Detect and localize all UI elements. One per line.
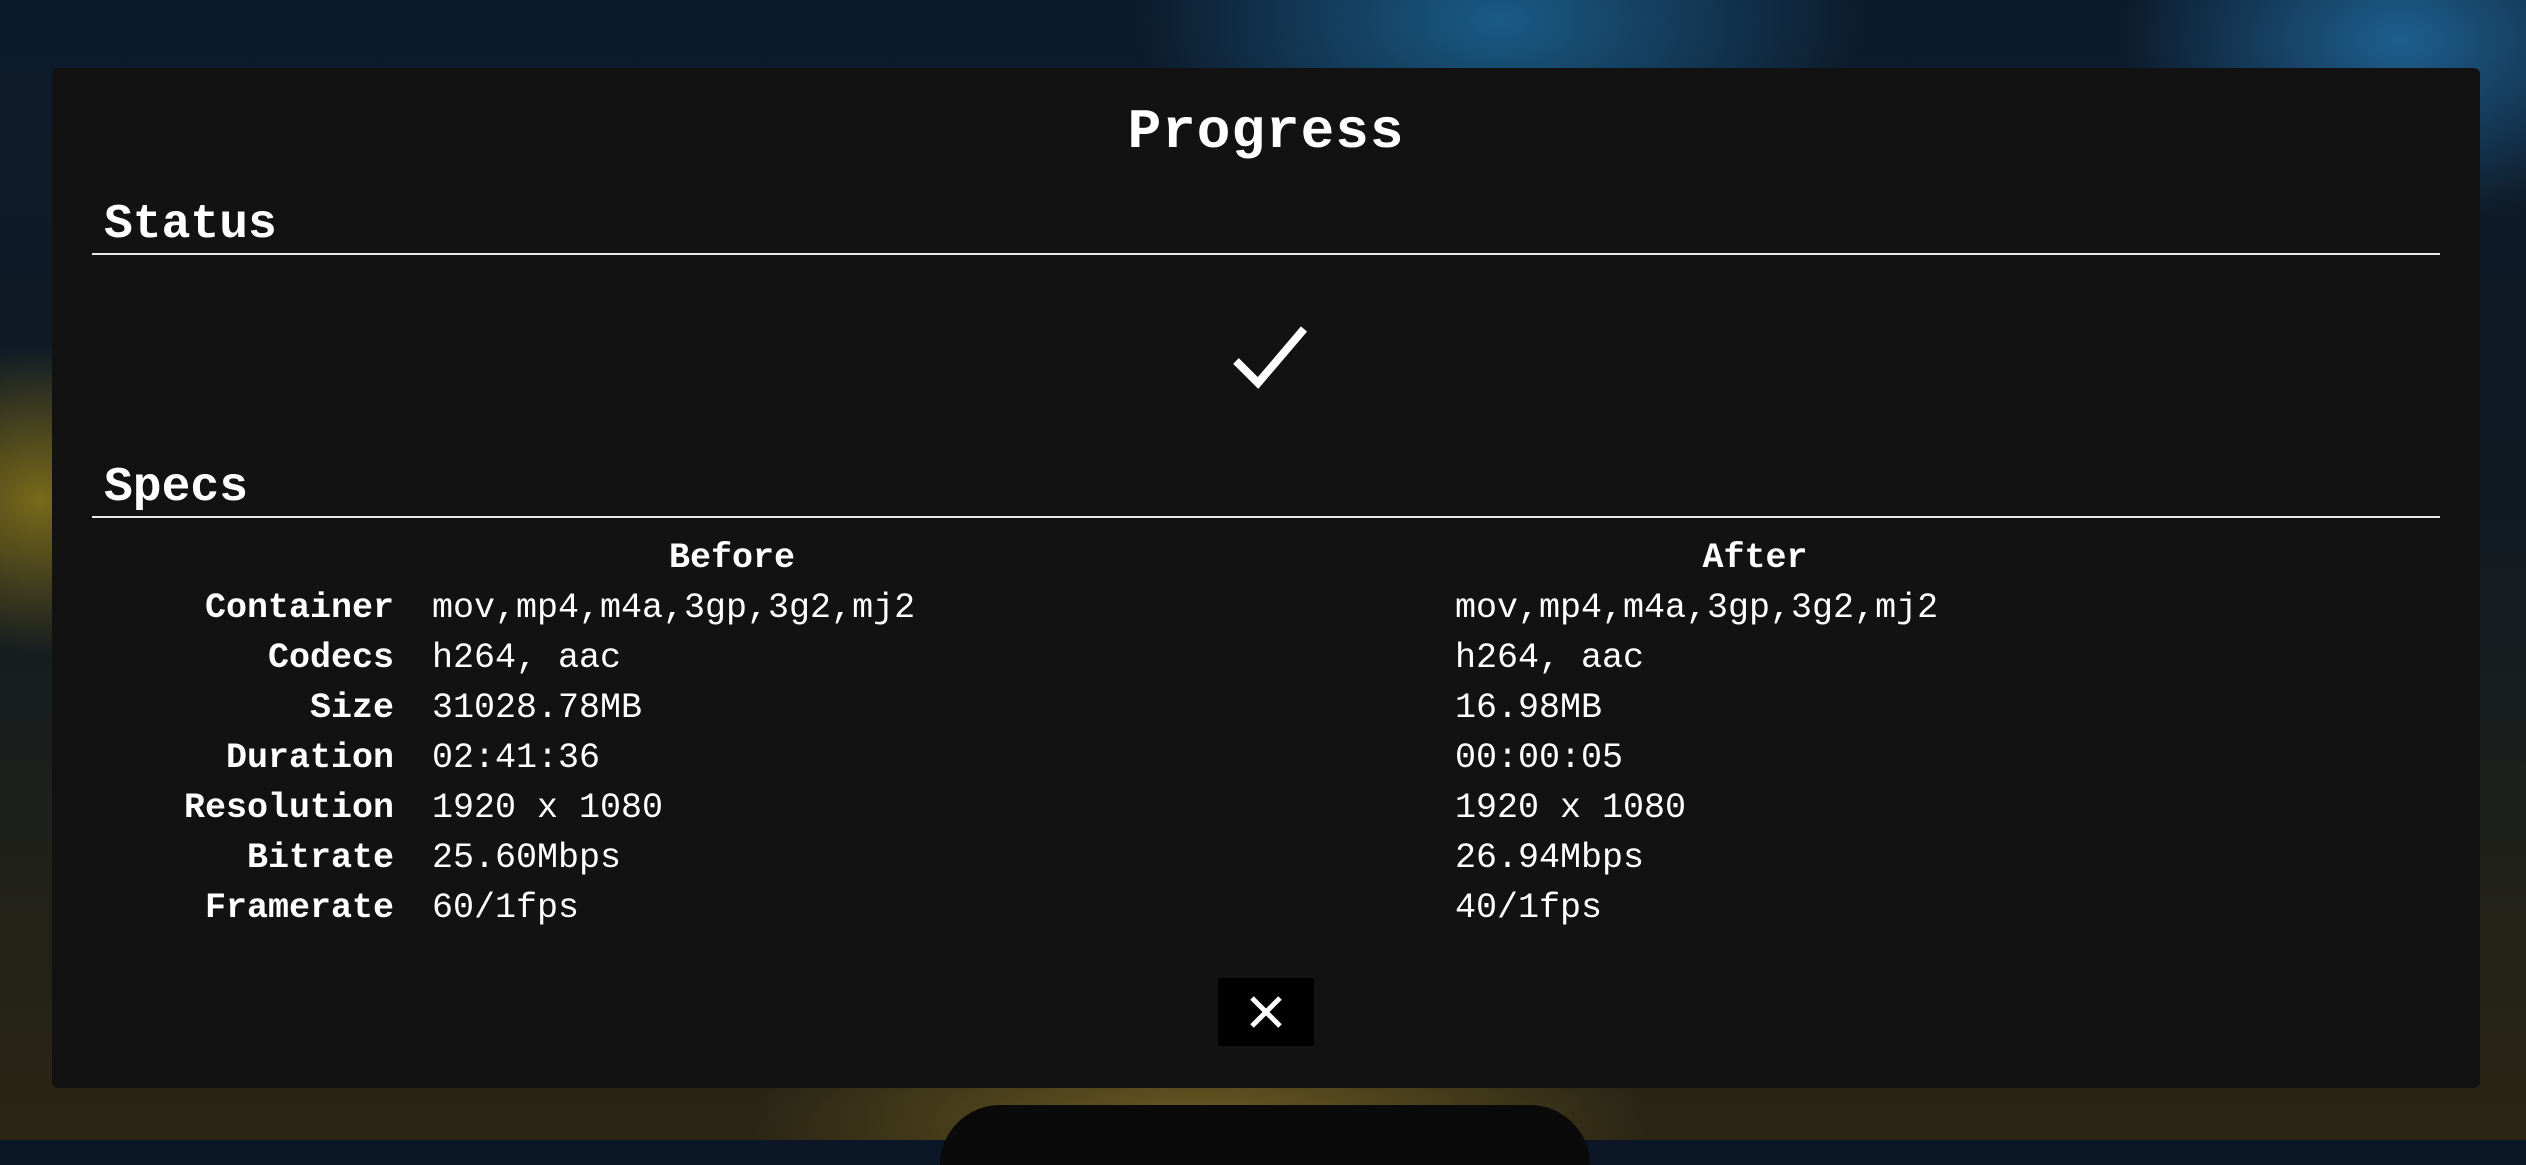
spec-label: Resolution bbox=[183, 788, 394, 828]
background-bar bbox=[940, 1105, 1590, 1165]
spec-before-value: mov,mp4,m4a,3gp,3g2,mj2 bbox=[432, 588, 916, 628]
spec-label: Container bbox=[204, 588, 394, 628]
spec-before-value: 25.60Mbps bbox=[432, 838, 622, 878]
close-icon bbox=[1250, 996, 1282, 1028]
spec-row-resolution: Resolution 1920 x 1080 1920 x 1080 bbox=[52, 788, 2480, 838]
spec-row-container: Container mov,mp4,m4a,3gp,3g2,mj2 mov,mp… bbox=[52, 588, 2480, 638]
spec-after-value: 16.98MB bbox=[1455, 688, 1603, 728]
spec-after-value: 40/1fps bbox=[1455, 888, 1603, 928]
spec-row-codecs: Codecs h264, aac h264, aac bbox=[52, 638, 2480, 688]
spec-before-value: 1920 x 1080 bbox=[432, 788, 664, 828]
spec-row-duration: Duration 02:41:36 00:00:05 bbox=[52, 738, 2480, 788]
spec-before-value: 02:41:36 bbox=[432, 738, 601, 778]
spec-after-value: mov,mp4,m4a,3gp,3g2,mj2 bbox=[1455, 588, 1939, 628]
spec-after-value: h264, aac bbox=[1455, 638, 1645, 678]
spec-before-value: h264, aac bbox=[432, 638, 622, 678]
spec-row-size: Size 31028.78MB 16.98MB bbox=[52, 688, 2480, 738]
spec-after-value: 1920 x 1080 bbox=[1455, 788, 1687, 828]
spec-row-framerate: Framerate 60/1fps 40/1fps bbox=[52, 888, 2480, 938]
spec-before-value: 31028.78MB bbox=[432, 688, 643, 728]
spec-label: Codecs bbox=[267, 638, 394, 678]
spec-row-bitrate: Bitrate 25.60Mbps 26.94Mbps bbox=[52, 838, 2480, 888]
spec-label: Bitrate bbox=[246, 838, 394, 878]
spec-after-value: 26.94Mbps bbox=[1455, 838, 1645, 878]
column-header-before: Before bbox=[668, 538, 796, 578]
spec-label: Duration bbox=[225, 738, 394, 778]
close-button[interactable] bbox=[1218, 978, 1314, 1046]
column-header-after: After bbox=[1702, 538, 1808, 578]
spec-label: Framerate bbox=[204, 888, 394, 928]
spec-label: Size bbox=[309, 688, 394, 728]
spec-before-value: 60/1fps bbox=[432, 888, 580, 928]
progress-dialog: Progress Status Specs Before After Conta… bbox=[52, 68, 2480, 1088]
specs-table: Before After Container mov,mp4,m4a,3gp,3… bbox=[52, 68, 2480, 1088]
spec-after-value: 00:00:05 bbox=[1455, 738, 1624, 778]
